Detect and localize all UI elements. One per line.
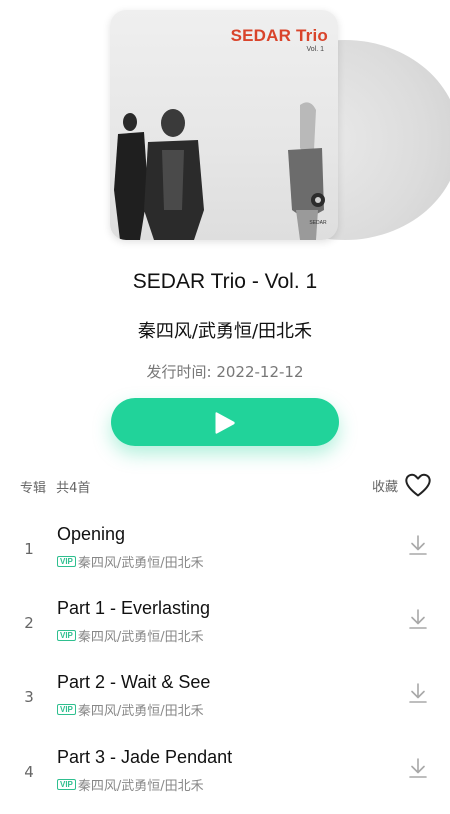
album-title: SEDAR Trio - Vol. 1 bbox=[132, 270, 318, 293]
track-count: 共4首 bbox=[56, 481, 91, 496]
track-number: 2 bbox=[24, 614, 34, 632]
vip-badge: VIP bbox=[57, 556, 76, 567]
track-row[interactable]: 3 Part 2 - Wait & See VIP 秦四风/武勇恒/田北禾 bbox=[0, 666, 450, 736]
download-icon[interactable] bbox=[408, 757, 428, 779]
album-cover-area: SEDAR Trio Vol. 1 SEDAR bbox=[110, 10, 450, 242]
cover-logo: SEDAR bbox=[308, 193, 328, 228]
cover-photo bbox=[114, 102, 324, 240]
track-number: 3 bbox=[24, 688, 34, 706]
section-label: 专辑 bbox=[20, 481, 47, 496]
favorite-button[interactable]: 收藏 bbox=[372, 472, 432, 498]
track-artists: 秦四风/武勇恒/田北禾 bbox=[77, 704, 204, 719]
vip-badge: VIP bbox=[57, 630, 76, 641]
vip-badge: VIP bbox=[57, 779, 76, 790]
release-info: 发行时间: 2022-12-12 bbox=[0, 361, 450, 382]
track-subtitle: VIP 秦四风/武勇恒/田北禾 bbox=[57, 700, 204, 719]
album-artists[interactable]: 秦四风/武勇恒/田北禾 bbox=[0, 317, 450, 343]
section-header: 专辑 共4首 bbox=[20, 477, 90, 496]
track-row[interactable]: 2 Part 1 - Everlasting VIP 秦四风/武勇恒/田北禾 bbox=[0, 592, 450, 662]
track-subtitle: VIP 秦四风/武勇恒/田北禾 bbox=[57, 626, 204, 645]
track-subtitle: VIP 秦四风/武勇恒/田北禾 bbox=[57, 552, 204, 571]
vip-badge: VIP bbox=[57, 704, 76, 715]
download-icon[interactable] bbox=[408, 534, 428, 556]
cover-logo-text: SEDAR bbox=[309, 220, 327, 226]
download-icon[interactable] bbox=[408, 682, 428, 704]
track-number: 1 bbox=[24, 540, 34, 558]
track-title: Part 3 - Jade Pendant bbox=[57, 747, 233, 767]
play-icon bbox=[215, 412, 235, 434]
track-row[interactable]: 4 Part 3 - Jade Pendant VIP 秦四风/武勇恒/田北禾 bbox=[0, 741, 450, 811]
track-title: Opening bbox=[57, 524, 126, 544]
track-title: Part 1 - Everlasting bbox=[57, 598, 211, 618]
album-cover[interactable]: SEDAR Trio Vol. 1 SEDAR bbox=[110, 10, 338, 240]
heart-icon bbox=[405, 473, 431, 497]
track-row[interactable]: 1 Opening VIP 秦四风/武勇恒/田北禾 bbox=[0, 518, 450, 588]
favorite-label: 收藏 bbox=[371, 479, 398, 495]
track-artists: 秦四风/武勇恒/田北禾 bbox=[77, 779, 204, 794]
release-label: 发行时间: bbox=[146, 363, 212, 381]
download-icon[interactable] bbox=[408, 608, 428, 630]
track-title: Part 2 - Wait & See bbox=[57, 672, 211, 692]
track-artists: 秦四风/武勇恒/田北禾 bbox=[77, 556, 204, 571]
track-subtitle: VIP 秦四风/武勇恒/田北禾 bbox=[57, 775, 204, 794]
play-all-button[interactable] bbox=[111, 398, 339, 446]
release-date: 2022-12-12 bbox=[216, 363, 304, 381]
track-artists: 秦四风/武勇恒/田北禾 bbox=[77, 630, 204, 645]
track-number: 4 bbox=[24, 763, 34, 781]
